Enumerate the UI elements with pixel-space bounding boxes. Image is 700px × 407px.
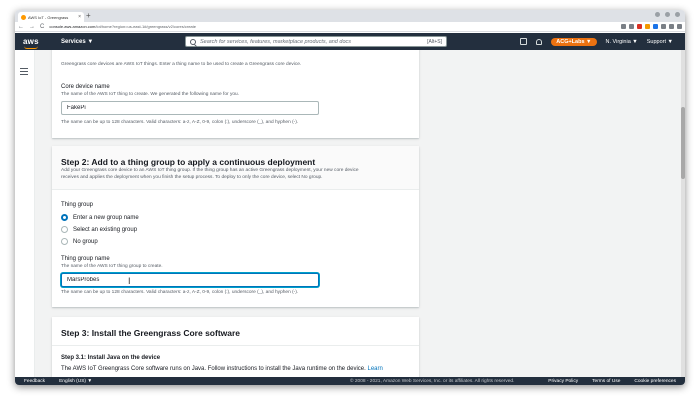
extension-orange-icon[interactable] <box>645 24 650 29</box>
step2-description-line2: receives and applies the deployment when… <box>61 175 323 180</box>
feedback-link[interactable]: Feedback <box>24 379 45 384</box>
aws-logo[interactable]: aws <box>23 37 45 49</box>
services-menu[interactable]: Services ▼ <box>61 39 93 45</box>
radio-existing-group-label: Select an existing group <box>73 226 138 233</box>
terms-of-use-link[interactable]: Terms of Use <box>592 379 620 384</box>
window-controls <box>655 12 680 17</box>
learn-more-link[interactable]: Learn <box>367 366 382 372</box>
account-menu[interactable]: ACG+Labs ▼ <box>551 37 597 46</box>
core-device-name-constraint: The name can be up to 128 characters. Va… <box>61 120 299 125</box>
tab-close-icon[interactable]: × <box>78 14 81 20</box>
step3-divider <box>52 345 419 346</box>
thing-group-label: Thing group <box>61 202 94 208</box>
search-shortcut: [Alt+S] <box>427 38 442 45</box>
thing-group-name-input[interactable] <box>61 273 319 287</box>
new-tab-button[interactable]: + <box>86 11 91 21</box>
page-scrollbar-track[interactable] <box>681 50 685 377</box>
url-host: console.aws.amazon.com <box>49 24 96 29</box>
notifications-bell-icon[interactable] <box>536 38 543 45</box>
extension-icons <box>621 24 682 29</box>
browser-address-bar: ← → C console.aws.amazon.com/iot/home?re… <box>15 22 685 32</box>
step3-card: Step 3: Install the Greengrass Core soft… <box>52 317 419 377</box>
console-footer: Feedback English (US) ▼ © 2008 - 2021, A… <box>15 377 685 385</box>
aws-top-nav: aws Services ▼ [Alt+S] ACG+Labs ▼ N. Vir… <box>15 33 685 50</box>
footer-links: Privacy Policy Terms of Use Cookie prefe… <box>548 379 676 384</box>
step2-title: Step 2: Add to a thing group to apply a … <box>61 157 316 167</box>
aws-logo-text: aws <box>23 37 39 46</box>
copyright-text: © 2008 - 2021, Amazon Web Services, Inc.… <box>350 378 515 384</box>
language-selector[interactable]: English (US) ▼ <box>59 379 92 384</box>
step1-intro: Greengrass core devices are AWS IoT thin… <box>61 62 302 67</box>
privacy-policy-link[interactable]: Privacy Policy <box>548 379 578 384</box>
forward-arrow-icon[interactable]: → <box>29 22 35 32</box>
core-device-name-help: The name of the AWS IoT thing to create.… <box>61 92 240 97</box>
thing-group-name-constraint: The name can be up to 128 characters. Va… <box>61 290 299 295</box>
main-content: Greengrass core devices are AWS IoT thin… <box>15 50 685 377</box>
radio-new-group-label: Enter a new group name <box>73 214 139 221</box>
step3-1-title: Step 3.1: Install Java on the device <box>61 355 161 361</box>
radio-new-group[interactable]: Enter a new group name <box>61 214 139 221</box>
step2-card: Step 2: Add to a thing group to apply a … <box>52 146 419 307</box>
cloudshell-icon[interactable] <box>520 38 528 45</box>
radio-unselected-icon[interactable] <box>61 238 68 245</box>
radio-existing-group[interactable]: Select an existing group <box>61 226 137 233</box>
cookie-preferences-link[interactable]: Cookie preferences <box>634 379 676 384</box>
extension-puzzle-icon[interactable] <box>661 24 666 29</box>
url-path: /iot/home?region=us-east-1#/greengrass/v… <box>95 24 196 29</box>
aws-favicon-icon <box>21 14 26 20</box>
maximize-icon[interactable] <box>665 12 670 17</box>
extension-red-icon[interactable] <box>637 24 642 29</box>
step3-1-body: The AWS IoT Greengrass Core software run… <box>61 366 366 372</box>
profile-icon[interactable] <box>669 24 674 29</box>
share-icon[interactable] <box>621 24 626 29</box>
text-cursor-icon: I <box>128 276 131 286</box>
step3-title: Step 3: Install the Greengrass Core soft… <box>61 328 241 338</box>
nav-right: ACG+Labs ▼ N. Virginia ▼ Support ▼ <box>520 33 673 50</box>
browser-tab[interactable]: AWS IoT - Greengrass × <box>18 12 84 22</box>
tab-title: AWS IoT - Greengrass <box>28 14 69 20</box>
browser-window: AWS IoT - Greengrass × + ← → C console.a… <box>15 10 685 385</box>
core-device-name-label: Core device name <box>61 84 110 90</box>
browser-tabbar: AWS IoT - Greengrass × + <box>15 10 685 22</box>
radio-no-group-label: No group <box>73 238 98 245</box>
url-field[interactable]: console.aws.amazon.com/iot/home?region=u… <box>49 24 616 29</box>
global-search[interactable]: [Alt+S] <box>185 36 447 47</box>
minimize-icon[interactable] <box>655 12 660 17</box>
reload-icon[interactable]: C <box>40 22 44 32</box>
menu-dots-icon[interactable] <box>677 24 682 29</box>
thing-group-name-label: Thing group name <box>61 256 110 262</box>
extension-blue-icon[interactable] <box>653 24 658 29</box>
step2-header: Step 2: Add to a thing group to apply a … <box>52 146 419 190</box>
step3-1-text: The AWS IoT Greengrass Core software run… <box>61 366 383 372</box>
side-navigation-gutter <box>15 50 35 377</box>
step1-card: Greengrass core devices are AWS IoT thin… <box>52 50 419 138</box>
core-device-name-input[interactable] <box>61 101 319 115</box>
hamburger-menu-icon[interactable] <box>20 68 28 77</box>
search-icon <box>190 38 196 45</box>
page-scrollbar-thumb[interactable] <box>681 107 685 179</box>
close-window-icon[interactable] <box>675 12 680 17</box>
search-input[interactable] <box>200 38 424 45</box>
aws-smile-icon <box>24 46 38 49</box>
radio-unselected-icon[interactable] <box>61 226 68 233</box>
region-menu[interactable]: N. Virginia ▼ <box>606 39 638 45</box>
radio-no-group[interactable]: No group <box>61 238 98 245</box>
support-menu[interactable]: Support ▼ <box>647 39 673 45</box>
back-arrow-icon[interactable]: ← <box>18 22 24 32</box>
star-icon[interactable] <box>629 24 634 29</box>
radio-selected-icon[interactable] <box>61 214 68 221</box>
thing-group-name-help: The name of the AWS IoT thing group to c… <box>61 264 163 269</box>
step2-description-line1: Add your Greengrass core device to an AW… <box>61 168 359 173</box>
